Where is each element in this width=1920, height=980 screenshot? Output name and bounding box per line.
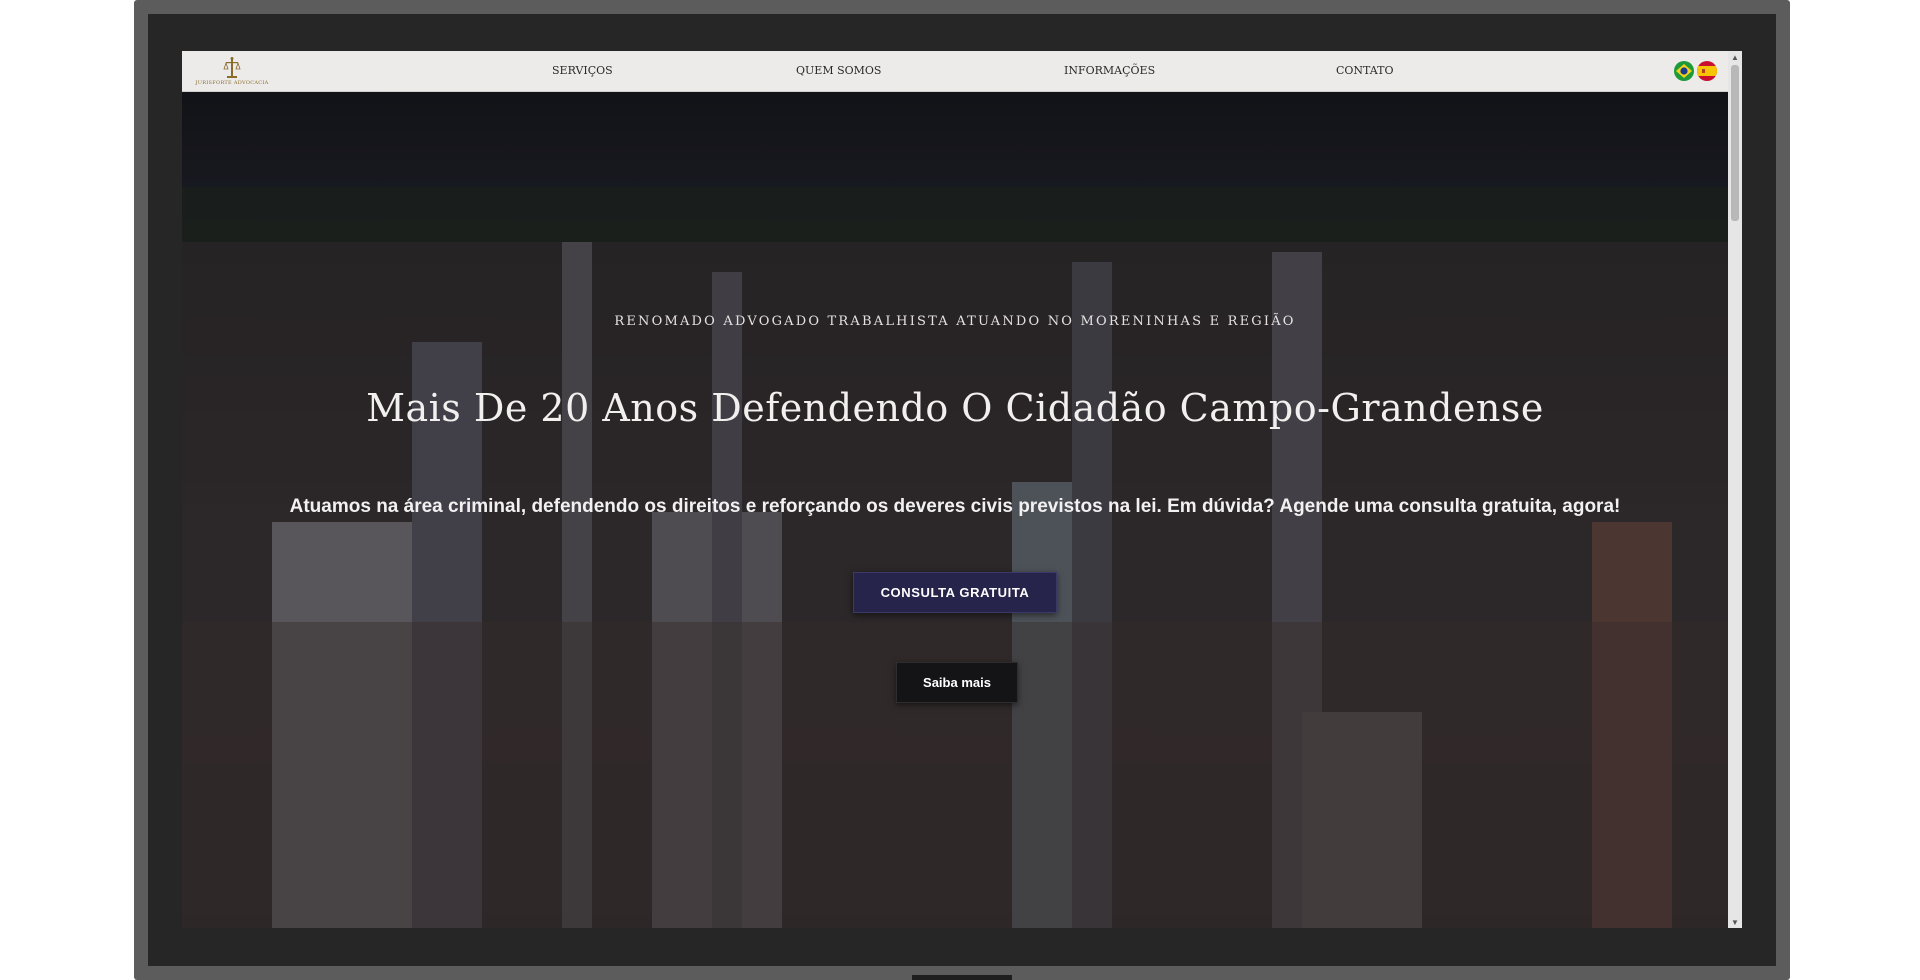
browser-screen: JURISFORTE ADVOCACIA SERVIÇOS QUEM SOMOS… [182, 51, 1742, 928]
nav-quem-somos[interactable]: QUEM SOMOS [796, 64, 881, 77]
vertical-scrollbar[interactable]: ▲ ▼ [1728, 51, 1742, 928]
logo-text: JURISFORTE ADVOCACIA [195, 80, 269, 86]
scroll-up-arrow-icon[interactable]: ▲ [1728, 51, 1742, 63]
nav-contato[interactable]: CONTATO [1336, 64, 1394, 77]
nav-informacoes[interactable]: INFORMAÇÕES [1064, 64, 1155, 77]
spain-flag-icon[interactable] [1697, 61, 1717, 81]
monitor-stand [912, 975, 1012, 980]
scales-of-justice-icon [223, 57, 241, 78]
top-navbar: JURISFORTE ADVOCACIA SERVIÇOS QUEM SOMOS… [182, 51, 1728, 92]
hero-eyebrow: RENOMADO ADVOGADO TRABALHISTA ATUANDO NO… [614, 314, 1296, 329]
nav-servicos[interactable]: SERVIÇOS [552, 64, 613, 77]
free-consultation-button[interactable]: CONSULTA GRATUITA [853, 572, 1057, 613]
brazil-flag-icon[interactable] [1674, 61, 1694, 81]
brand-logo[interactable]: JURISFORTE ADVOCACIA [195, 53, 268, 89]
scroll-down-arrow-icon[interactable]: ▼ [1728, 916, 1742, 928]
hero-headline: Mais De 20 Anos Defendendo O Cidadão Cam… [366, 386, 1544, 430]
learn-more-button[interactable]: Saiba mais [896, 662, 1018, 703]
hero-subline: Atuamos na área criminal, defendendo os … [289, 496, 1621, 517]
hero-section: RENOMADO ADVOGADO TRABALHISTA ATUANDO NO… [182, 92, 1728, 928]
scrollbar-thumb[interactable] [1731, 65, 1739, 221]
